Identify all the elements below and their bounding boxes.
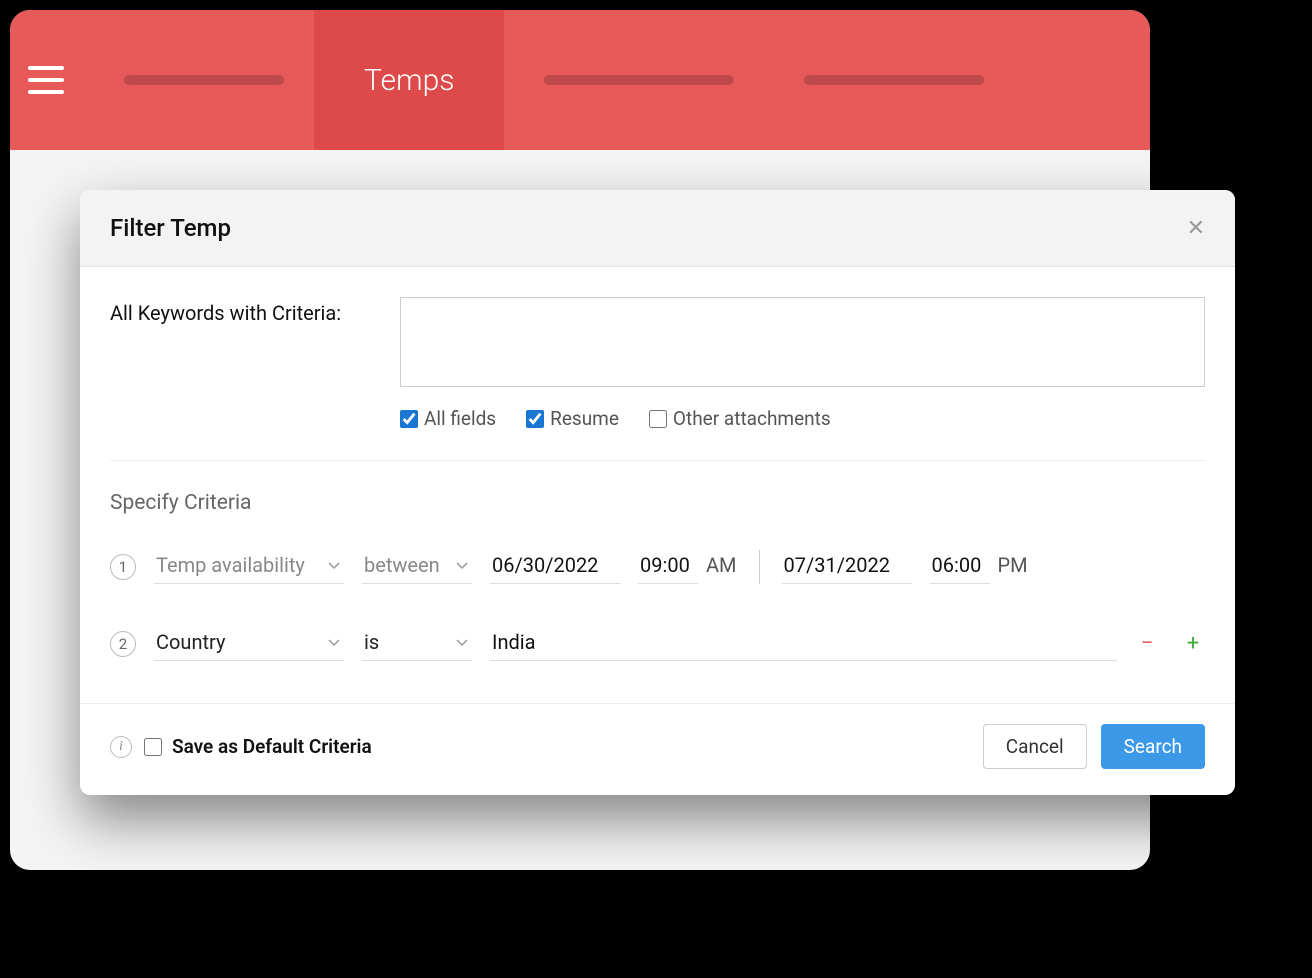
add-criteria-icon[interactable]: +: [1181, 632, 1205, 656]
check-all-fields[interactable]: All fields: [400, 407, 496, 430]
time-separator: [759, 550, 760, 584]
criteria-index-1: 1: [110, 554, 136, 580]
active-tab-label: Temps: [364, 63, 454, 98]
check-resume[interactable]: Resume: [526, 407, 619, 430]
criteria-1-field-select[interactable]: Temp availability: [154, 549, 344, 584]
check-other-attachments[interactable]: Other attachments: [649, 407, 831, 430]
criteria-index-2: 2: [110, 631, 136, 657]
criteria-1-from-time[interactable]: [638, 549, 698, 584]
active-tab[interactable]: Temps: [314, 10, 504, 150]
check-all-fields-label: All fields: [424, 407, 496, 430]
check-all-fields-box[interactable]: [400, 410, 418, 428]
nav-tab-1[interactable]: [124, 75, 284, 85]
search-button[interactable]: Search: [1101, 724, 1205, 769]
keywords-label: All Keywords with Criteria:: [110, 297, 370, 430]
criteria-1-from-ampm: AM: [706, 553, 737, 577]
filter-modal: Filter Temp ✕ All Keywords with Criteria…: [80, 190, 1235, 795]
criteria-1-operator-select[interactable]: between: [362, 549, 472, 584]
modal-footer: i Save as Default Criteria Cancel Search: [80, 703, 1235, 795]
criteria-2-operator-select[interactable]: is: [362, 626, 472, 661]
criteria-2-field-select[interactable]: Country: [154, 626, 344, 661]
remove-criteria-icon[interactable]: −: [1135, 632, 1159, 656]
check-other-attachments-label: Other attachments: [673, 407, 831, 430]
divider: [110, 460, 1205, 461]
info-icon[interactable]: i: [110, 736, 132, 758]
check-resume-box[interactable]: [526, 410, 544, 428]
nav-tab-3[interactable]: [544, 75, 734, 85]
save-default-criteria-label: Save as Default Criteria: [172, 735, 372, 758]
nav-tab-4[interactable]: [804, 75, 984, 85]
criteria-1-to-time[interactable]: [930, 549, 990, 584]
modal-title: Filter Temp: [110, 214, 231, 242]
save-default-criteria[interactable]: Save as Default Criteria: [144, 735, 372, 758]
criteria-1-from-date[interactable]: [490, 549, 620, 584]
criteria-row-1: 1 Temp availability between AM PM: [110, 549, 1205, 584]
menu-icon[interactable]: [28, 66, 64, 94]
modal-header: Filter Temp ✕: [80, 190, 1235, 267]
criteria-1-to-ampm: PM: [998, 553, 1028, 577]
close-icon[interactable]: ✕: [1187, 216, 1205, 241]
criteria-2-value[interactable]: [490, 626, 1117, 661]
check-resume-label: Resume: [550, 407, 619, 430]
criteria-1-to-date[interactable]: [782, 549, 912, 584]
keywords-input[interactable]: [400, 297, 1205, 387]
save-default-criteria-box[interactable]: [144, 738, 162, 756]
specify-criteria-title: Specify Criteria: [110, 491, 1205, 515]
check-other-attachments-box[interactable]: [649, 410, 667, 428]
cancel-button[interactable]: Cancel: [983, 724, 1087, 769]
modal-body: All Keywords with Criteria: All fields R…: [80, 267, 1235, 661]
criteria-row-2: 2 Country is − +: [110, 626, 1205, 661]
top-bar: Temps: [10, 10, 1150, 150]
